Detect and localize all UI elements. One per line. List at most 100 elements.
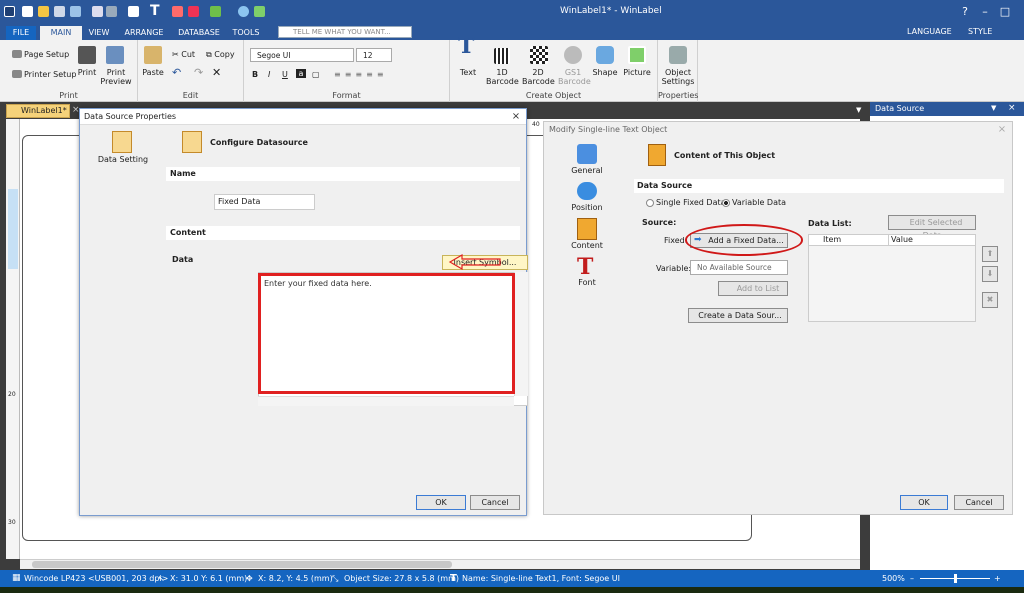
column-header-item[interactable]: Item [809,235,889,246]
picture-button[interactable]: Picture [622,68,652,77]
zoom-in-icon[interactable]: + [994,570,1001,587]
position-icon[interactable] [577,182,597,200]
rectangle-icon[interactable] [210,6,221,17]
alignment-buttons[interactable]: ≡≡≡≡≡ [334,70,388,79]
help-icon[interactable]: ? [955,4,975,20]
data-list-table[interactable] [808,234,976,322]
text-tool-button[interactable]: Text [456,68,480,77]
language-menu[interactable]: LANGUAGE [907,27,952,36]
object-settings-button[interactable]: Object Settings [658,68,698,86]
text-box-button[interactable]: ▢ [312,70,320,79]
tab-main[interactable]: MAIN [40,26,82,40]
nav-position[interactable]: Position [544,203,630,212]
font-icon[interactable]: T [577,254,593,280]
close-icon[interactable]: × [996,124,1008,136]
text-icon[interactable]: T [150,3,160,19]
barcode-2d-button[interactable]: 2D Barcode [522,68,555,86]
object-position: X: 8.2, Y: 4.5 (mm) [258,574,333,583]
ok-button[interactable]: OK [900,495,948,510]
add-to-list-button[interactable]: Add to List [718,281,788,296]
panel-menu-icon[interactable]: ▼ [991,104,996,112]
name-input[interactable]: Fixed Data [214,194,315,210]
nav-content[interactable]: Content [544,241,630,250]
inverse-text-button[interactable]: a [296,69,306,78]
delete-icon[interactable]: ✕ [212,67,221,78]
move-icon: ✥ [246,574,253,583]
data-setting-nav[interactable]: Data Setting [80,155,166,164]
move-up-icon[interactable]: ⬆ [982,246,998,262]
page-setup-icon [12,50,22,58]
document-tab[interactable]: WinLabel1* [6,104,70,118]
maximize-icon[interactable]: □ [995,4,1015,20]
gs1-barcode-button[interactable]: GS1 Barcode [558,68,591,86]
close-icon[interactable]: × [510,111,522,123]
zoom-slider-thumb[interactable] [954,574,957,583]
horizontal-scrollbar[interactable] [20,559,860,569]
ok-button[interactable]: OK [416,495,466,510]
delete-item-icon[interactable]: ✖ [982,292,998,308]
italic-button[interactable]: I [268,70,270,79]
redo-icon[interactable]: ↷ [194,67,203,78]
open-folder-icon[interactable] [38,6,49,17]
paste-button[interactable]: Paste [140,68,166,77]
modify-text-object-dialog: Modify Single-line Text Object × General… [543,121,1013,515]
tab-arrange[interactable]: ARRANGE [120,26,168,40]
data-setting-icon[interactable] [112,131,132,153]
barcode-1d-button[interactable]: 1D Barcode [486,68,519,86]
column-header-value[interactable]: Value [889,235,975,246]
variable-source-select[interactable]: No Available Source [690,260,788,275]
picture-icon[interactable] [254,6,265,17]
font-family-select[interactable]: Segoe UI [250,48,354,62]
print-button[interactable]: Print [74,68,100,77]
style-menu[interactable]: STYLE [968,27,992,36]
fixed-data-textarea[interactable] [258,273,515,394]
ellipse-icon[interactable] [238,6,249,17]
panel-close-icon[interactable]: × [1008,103,1016,113]
bold-button[interactable]: B [252,70,258,79]
tab-view[interactable]: VIEW [84,26,114,40]
print-preview-button[interactable]: Print Preview [100,68,132,86]
textarea-vscrollbar[interactable] [514,272,528,396]
textarea-hscrollbar[interactable] [258,396,514,406]
variable-data-radio[interactable] [722,199,730,207]
tab-database[interactable]: DATABASE [174,26,224,40]
edit-selected-data-button[interactable]: Edit Selected Data... [888,215,976,240]
single-fixed-radio[interactable] [646,199,654,207]
scroll-thumb[interactable] [32,561,452,568]
minimize-icon[interactable]: – [975,4,995,20]
shape-button[interactable]: Shape [590,68,620,77]
draw-icon[interactable] [172,6,183,17]
print-icon[interactable] [70,6,81,17]
barcode-icon[interactable] [128,6,139,17]
copy-button[interactable]: ⧉ Copy [206,50,235,59]
printer-setup-button[interactable]: Printer Setup [24,70,76,79]
cancel-button[interactable]: Cancel [470,495,520,510]
format-group-label: Format [332,91,361,100]
zoom-icon[interactable] [92,6,103,17]
content-icon[interactable] [577,218,597,240]
nav-font[interactable]: Font [544,278,630,287]
nav-general[interactable]: General [544,166,630,175]
font-size-select[interactable]: 12 [356,48,392,62]
page-setup-button[interactable]: Page Setup [24,50,69,59]
cancel-button[interactable]: Cancel [954,495,1004,510]
underline-button[interactable]: U [282,70,288,79]
variable-data-label: Variable Data [732,198,787,207]
save-icon[interactable] [54,6,65,17]
single-fixed-label: Single Fixed Data [656,198,726,207]
undo-icon[interactable]: ↶ [172,67,181,78]
vertical-ruler: 10 20 30 [6,119,20,559]
move-down-icon[interactable]: ⬇ [982,266,998,282]
general-icon[interactable] [577,144,597,164]
tab-tools[interactable]: TOOLS [228,26,264,40]
line-icon[interactable] [188,6,199,17]
tell-me-search[interactable]: TELL ME WHAT YOU WANT... [278,26,412,38]
new-file-icon[interactable] [22,6,33,17]
tab-list-chevron-icon[interactable]: ▼ [856,106,861,114]
cut-button[interactable]: ✂ Cut [172,50,195,59]
zoom-out-icon[interactable]: – [910,570,914,587]
cut-icon[interactable] [106,6,117,17]
dialog-title: Modify Single-line Text Object [544,122,1012,138]
create-data-source-button[interactable]: Create a Data Sour... [688,308,788,323]
tab-file[interactable]: FILE [6,26,36,40]
